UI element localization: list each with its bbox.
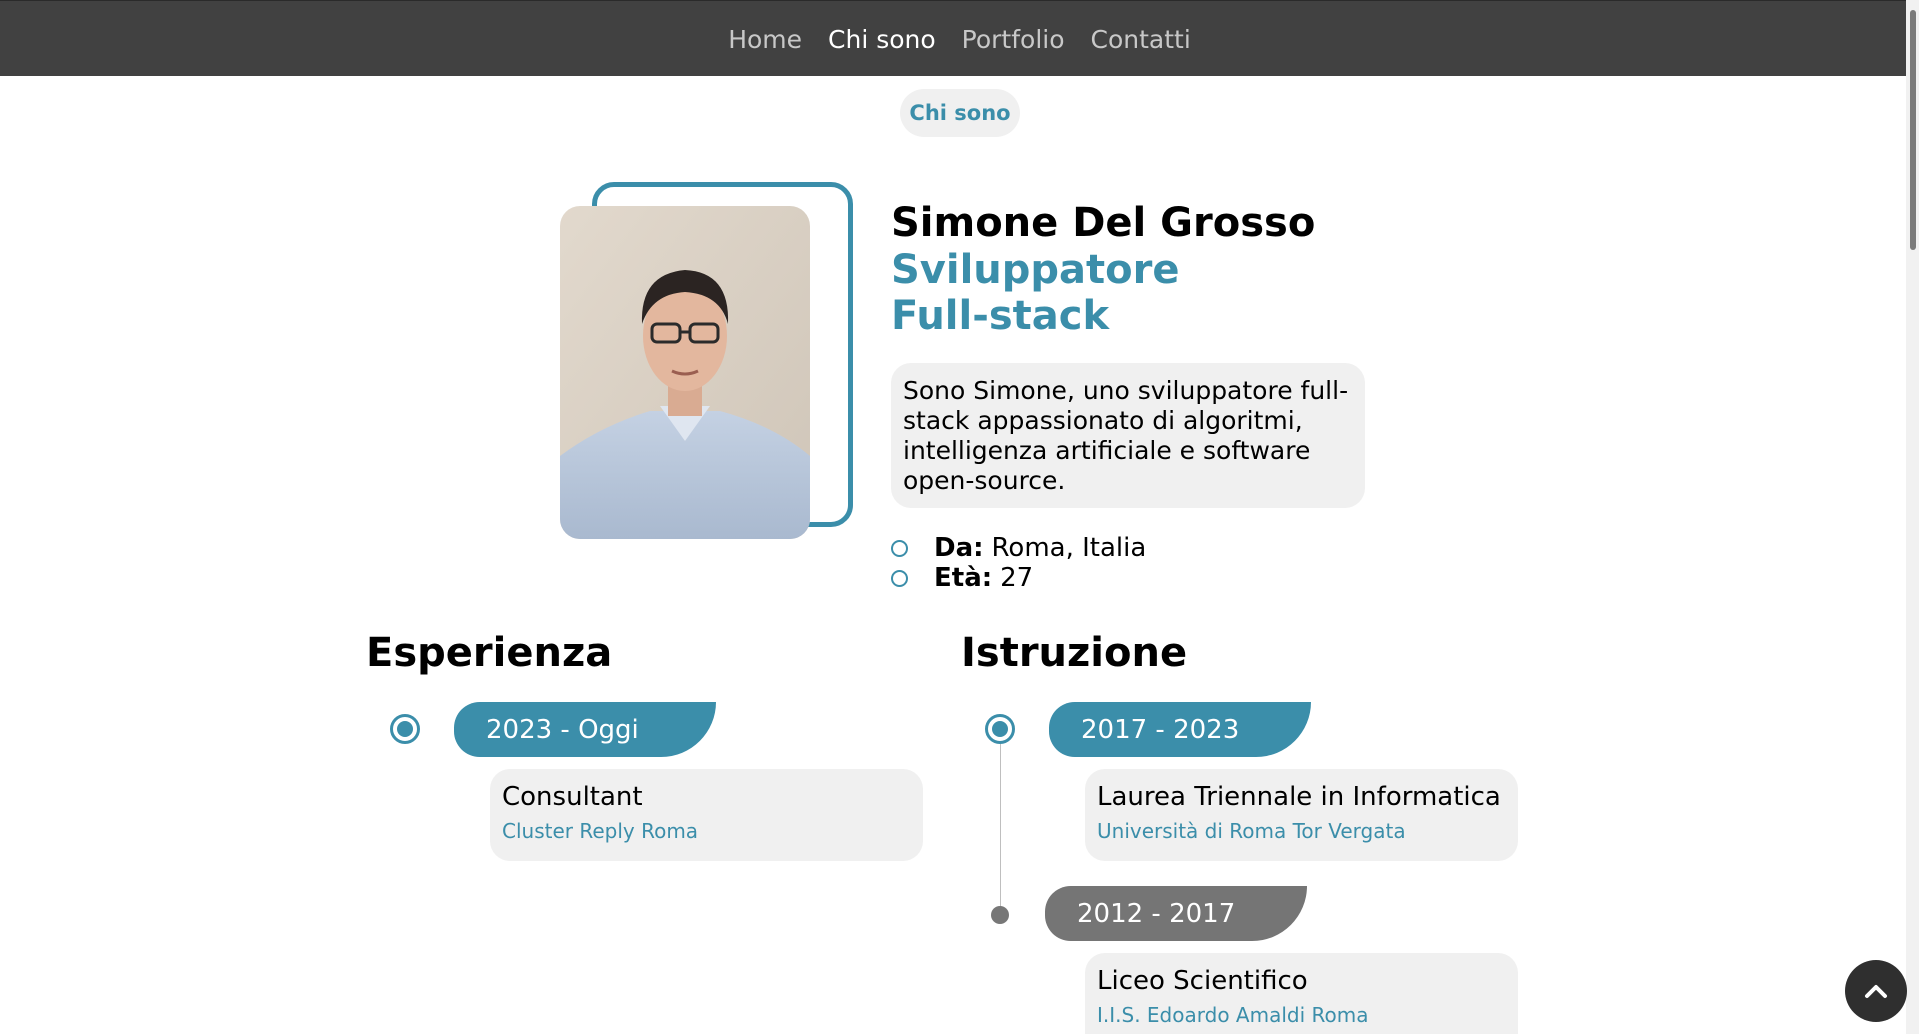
nav-link-chi-sono[interactable]: Chi sono bbox=[828, 25, 936, 54]
timeline-line bbox=[1000, 744, 1001, 914]
profile-name: Simone Del Grosso bbox=[891, 200, 1316, 246]
timeline-card: Liceo Scientifico I.I.S. Edoardo Amaldi … bbox=[1085, 953, 1518, 1034]
section-badge: Chi sono bbox=[900, 89, 1020, 137]
circle-bullet-icon bbox=[891, 539, 908, 557]
profile-role-line-1: Sviluppatore bbox=[891, 247, 1180, 293]
profile-role-line-2: Full-stack bbox=[891, 293, 1110, 339]
bio-box: Sono Simone, uno sviluppatore full-stack… bbox=[891, 363, 1365, 508]
info-list: Da: Roma, Italia Età: 27 bbox=[891, 533, 1146, 593]
circle-bullet-icon bbox=[891, 569, 908, 587]
nav-link-contatti[interactable]: Contatti bbox=[1091, 25, 1191, 54]
timeline-subtitle: Università di Roma Tor Vergata bbox=[1097, 819, 1406, 843]
profile-role: Sviluppatore Full-stack bbox=[891, 247, 1191, 339]
info-label: Età: bbox=[934, 563, 993, 593]
timeline-subtitle: I.I.S. Edoardo Amaldi Roma bbox=[1097, 1003, 1369, 1027]
info-value: Roma, Italia bbox=[991, 533, 1147, 563]
timeline-date: 2012 - 2017 bbox=[1045, 886, 1307, 941]
timeline-title: Consultant bbox=[502, 782, 643, 812]
timeline-subtitle: Cluster Reply Roma bbox=[502, 819, 699, 843]
navbar: Home Chi sono Portfolio Contatti bbox=[0, 0, 1919, 76]
info-label: Da: bbox=[934, 533, 984, 563]
scrollbar-thumb[interactable] bbox=[1910, 10, 1916, 250]
timeline-current-marker-icon bbox=[985, 714, 1015, 744]
experience-heading: Esperienza bbox=[366, 630, 613, 676]
nav-link-portfolio[interactable]: Portfolio bbox=[962, 25, 1065, 54]
timeline-date: 2017 - 2023 bbox=[1049, 702, 1311, 757]
info-value: 27 bbox=[1000, 563, 1034, 593]
info-row-age: Età: 27 bbox=[891, 563, 1146, 593]
timeline-title: Laurea Triennale in Informatica bbox=[1097, 782, 1501, 812]
timeline-date: 2023 - Oggi bbox=[454, 702, 716, 757]
info-row-origin: Da: Roma, Italia bbox=[891, 533, 1146, 563]
education-heading: Istruzione bbox=[961, 630, 1188, 676]
profile-photo bbox=[560, 206, 810, 539]
chevron-up-icon bbox=[1865, 985, 1887, 998]
nav-link-home[interactable]: Home bbox=[728, 25, 802, 54]
timeline-card: Laurea Triennale in Informatica Universi… bbox=[1085, 769, 1518, 861]
timeline-current-marker-icon bbox=[390, 714, 420, 744]
back-to-top-button[interactable] bbox=[1845, 960, 1907, 1022]
page-scrollbar[interactable] bbox=[1906, 0, 1919, 1034]
timeline-card: Consultant Cluster Reply Roma bbox=[490, 769, 923, 861]
timeline-past-marker-icon bbox=[991, 906, 1009, 924]
timeline-title: Liceo Scientifico bbox=[1097, 966, 1308, 996]
nav-links: Home Chi sono Portfolio Contatti bbox=[0, 1, 1919, 77]
